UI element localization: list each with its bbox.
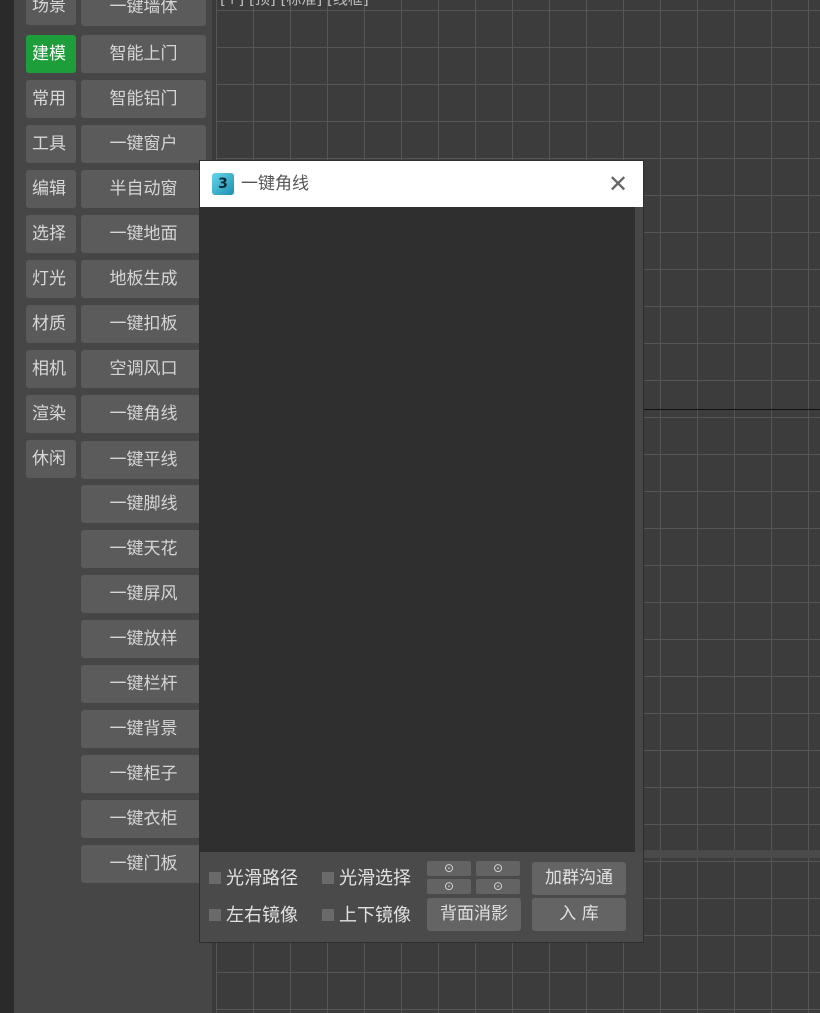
- mirror-lr-checkbox[interactable]: 左右镜像: [209, 904, 298, 928]
- action-button[interactable]: 一键墙体: [81, 0, 206, 26]
- category-render-button[interactable]: 渲染: [26, 395, 76, 433]
- action-button[interactable]: 一键地面: [81, 215, 206, 253]
- dialog-title-bar[interactable]: 3 一键角线 ✕: [200, 161, 643, 207]
- category-scene-button[interactable]: 场景: [26, 0, 76, 25]
- checkbox-label: 光滑路径: [226, 868, 298, 889]
- action-button[interactable]: 一键脚线: [81, 485, 206, 523]
- category-leisure-button[interactable]: 休闲: [26, 440, 76, 478]
- align-radio-top-right[interactable]: ⊙: [476, 861, 520, 876]
- action-button[interactable]: 空调风口: [81, 350, 206, 388]
- action-button[interactable]: 一键天花: [81, 530, 206, 568]
- backface-cull-button[interactable]: 背面消影: [427, 898, 521, 931]
- viewport-axis-line: [640, 409, 820, 410]
- checkbox-box[interactable]: [209, 908, 221, 921]
- checkbox-label: 左右镜像: [226, 905, 298, 926]
- checkbox-label: 上下镜像: [339, 905, 411, 926]
- action-button[interactable]: 一键窗户: [81, 125, 206, 163]
- action-button[interactable]: 智能铝门: [81, 80, 206, 118]
- align-radio-bottom-right[interactable]: ⊙: [476, 879, 520, 894]
- action-button[interactable]: 一键背景: [81, 710, 206, 748]
- viewport-divider: [640, 850, 820, 858]
- close-icon[interactable]: ✕: [604, 170, 632, 198]
- dialog-title: 一键角线: [241, 174, 309, 194]
- action-button[interactable]: 一键放样: [81, 620, 206, 658]
- align-radio-bottom-left[interactable]: ⊙: [427, 879, 471, 894]
- action-button[interactable]: 一键平线: [81, 441, 206, 479]
- dialog-scrollbar[interactable]: [635, 207, 643, 852]
- action-button[interactable]: 一键门板: [81, 845, 206, 883]
- dialog-content-area[interactable]: [200, 207, 635, 852]
- action-button[interactable]: 一键衣柜: [81, 800, 206, 838]
- action-button[interactable]: 半自动窗: [81, 170, 206, 208]
- viewport-header[interactable]: [+] [顶] [标准] [线框]: [220, 0, 369, 9]
- category-lights-button[interactable]: 灯光: [26, 260, 76, 298]
- category-modeling-button[interactable]: 建模: [26, 35, 76, 73]
- add-library-button[interactable]: 入 库: [532, 898, 626, 931]
- corner-line-dialog: 3 一键角线 ✕ 光滑路径 光滑选择 左右镜像 上下镜像 ⊙ ⊙ ⊙ ⊙ 加群沟…: [200, 161, 643, 942]
- category-camera-button[interactable]: 相机: [26, 350, 76, 388]
- left-edge-strip: [0, 0, 14, 1013]
- category-material-button[interactable]: 材质: [26, 305, 76, 343]
- join-group-button[interactable]: 加群沟通: [532, 862, 626, 895]
- checkbox-box[interactable]: [322, 871, 334, 884]
- category-select-button[interactable]: 选择: [26, 215, 76, 253]
- smooth-select-checkbox[interactable]: 光滑选择: [322, 867, 411, 891]
- action-button[interactable]: 一键柜子: [81, 755, 206, 793]
- mirror-ud-checkbox[interactable]: 上下镜像: [322, 904, 411, 928]
- smooth-path-checkbox[interactable]: 光滑路径: [209, 867, 298, 891]
- checkbox-box[interactable]: [209, 871, 221, 884]
- action-button[interactable]: 地板生成: [81, 260, 206, 298]
- checkbox-label: 光滑选择: [339, 868, 411, 889]
- action-button[interactable]: 一键扣板: [81, 305, 206, 343]
- action-button[interactable]: 一键栏杆: [81, 665, 206, 703]
- category-tools-button[interactable]: 工具: [26, 125, 76, 163]
- action-button[interactable]: 一键角线: [81, 395, 206, 433]
- action-button[interactable]: 智能上门: [81, 35, 206, 73]
- category-edit-button[interactable]: 编辑: [26, 170, 76, 208]
- action-button[interactable]: 一键屏风: [81, 575, 206, 613]
- align-radio-top-left[interactable]: ⊙: [427, 861, 471, 876]
- category-common-button[interactable]: 常用: [26, 80, 76, 118]
- checkbox-box[interactable]: [322, 908, 334, 921]
- app-3dsmax-icon: 3: [212, 173, 234, 195]
